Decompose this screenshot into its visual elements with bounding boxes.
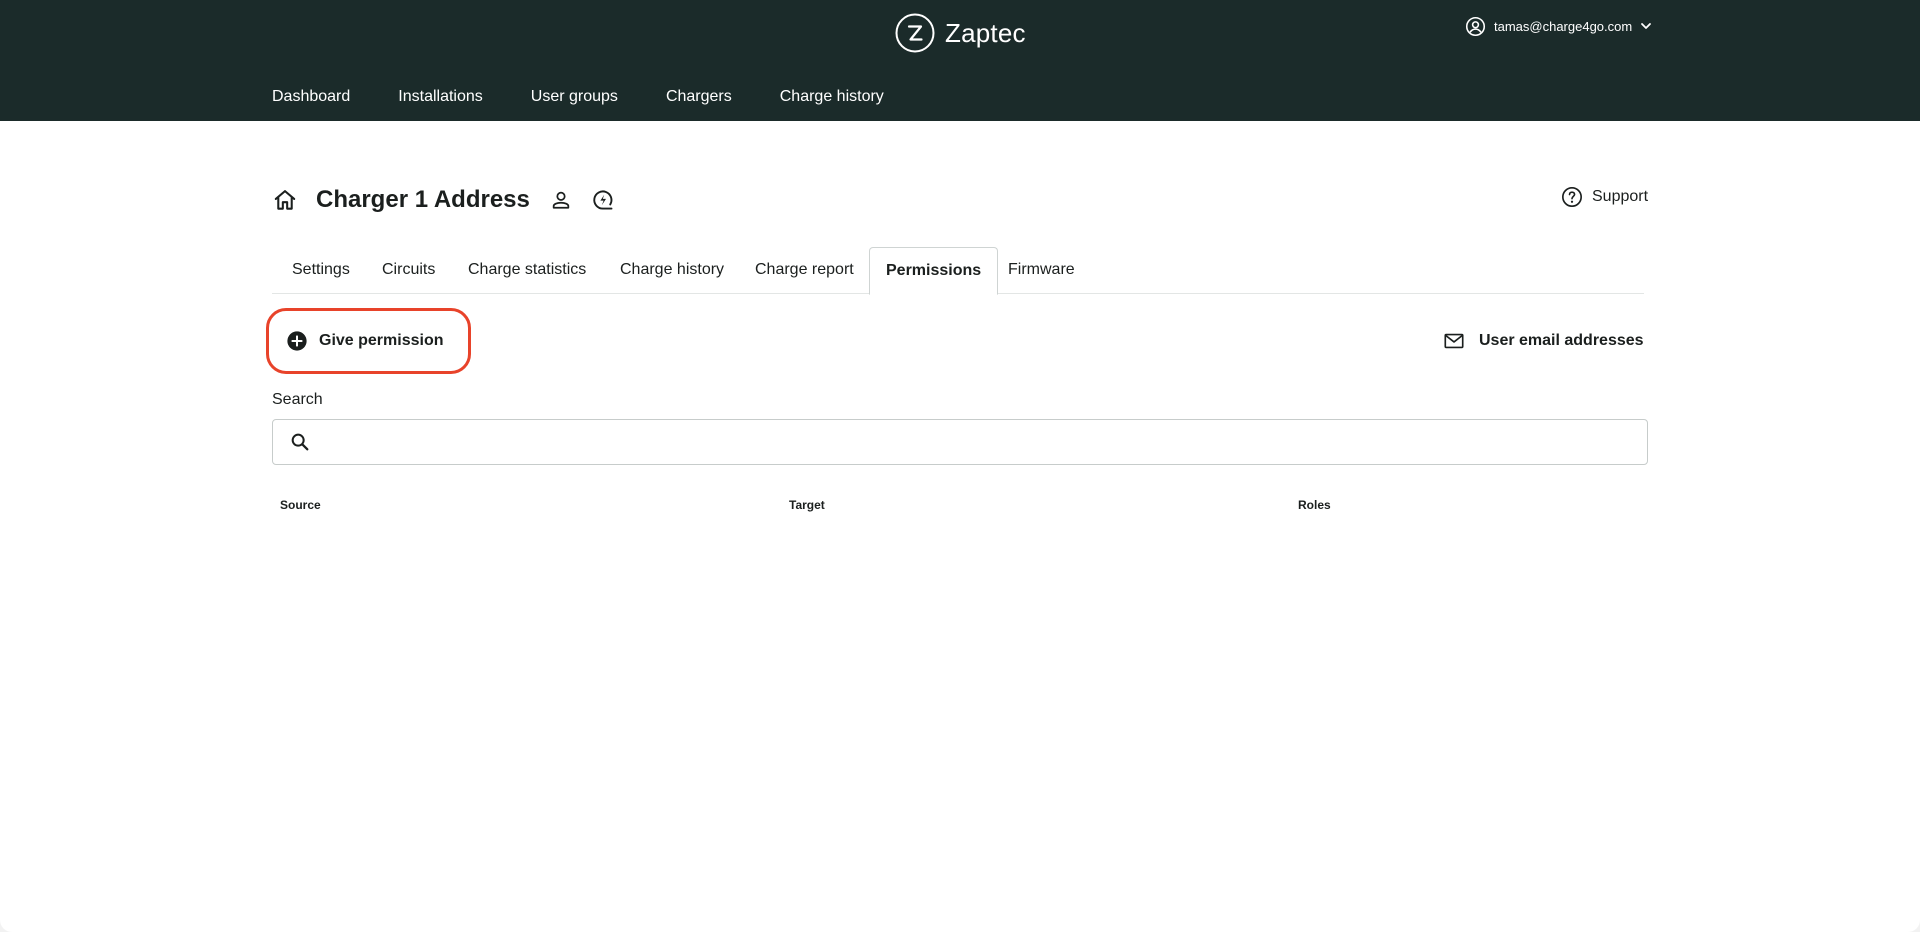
top-header: Zaptec tamas@charge4go.com Dashboard Ins… — [0, 0, 1920, 121]
charging-status-icon[interactable] — [591, 188, 615, 212]
tab-charge-statistics[interactable]: Charge statistics — [468, 247, 586, 294]
mail-icon — [1444, 333, 1464, 349]
app-window: Zaptec tamas@charge4go.com Dashboard Ins… — [0, 0, 1920, 932]
page-title: Charger 1 Address — [316, 186, 530, 213]
brand[interactable]: Zaptec — [895, 13, 1026, 53]
search-icon — [291, 433, 309, 451]
user-circle-icon — [1465, 16, 1486, 36]
zaptec-logo-icon — [895, 13, 935, 53]
help-circle-icon — [1562, 187, 1582, 207]
user-email-addresses-button[interactable]: User email addresses — [1443, 330, 1644, 352]
search-box[interactable] — [272, 419, 1648, 465]
tab-permissions[interactable]: Permissions — [869, 247, 999, 295]
chevron-down-icon — [1641, 23, 1652, 29]
column-header-roles[interactable]: Roles — [1298, 498, 1331, 512]
nav-charge-history[interactable]: Charge history — [780, 88, 884, 110]
tab-settings[interactable]: Settings — [292, 247, 350, 294]
nav-user-groups[interactable]: User groups — [531, 88, 618, 110]
user-email-addresses-label: User email addresses — [1479, 332, 1644, 349]
support-link[interactable]: Support — [1561, 186, 1648, 208]
page-title-bar: Charger 1 Address — [272, 185, 615, 215]
column-header-target[interactable]: Target — [789, 498, 825, 512]
user-icon[interactable] — [550, 189, 572, 211]
account-email: tamas@charge4go.com — [1494, 18, 1633, 34]
nav-dashboard[interactable]: Dashboard — [272, 88, 350, 110]
brand-name: Zaptec — [945, 17, 1026, 48]
plus-circle-icon — [287, 331, 307, 351]
tab-firmware[interactable]: Firmware — [1008, 247, 1075, 294]
tab-bar: Settings Circuits Charge statistics Char… — [272, 247, 1644, 295]
main-nav: Dashboard Installations User groups Char… — [272, 88, 884, 110]
nav-chargers[interactable]: Chargers — [666, 88, 732, 110]
give-permission-button[interactable]: Give permission — [266, 308, 471, 374]
give-permission-label: Give permission — [319, 332, 444, 349]
support-label: Support — [1592, 188, 1649, 205]
search-input[interactable] — [321, 420, 1635, 464]
column-header-source[interactable]: Source — [280, 498, 321, 512]
account-menu[interactable]: tamas@charge4go.com — [1465, 16, 1652, 36]
home-icon — [274, 190, 296, 210]
permissions-table-header: Source Target Roles — [272, 498, 1648, 514]
search-label: Search — [272, 391, 323, 408]
nav-installations[interactable]: Installations — [398, 88, 483, 110]
tab-charge-history[interactable]: Charge history — [620, 247, 724, 294]
tab-charge-report[interactable]: Charge report — [755, 247, 854, 294]
tab-circuits[interactable]: Circuits — [382, 247, 435, 294]
